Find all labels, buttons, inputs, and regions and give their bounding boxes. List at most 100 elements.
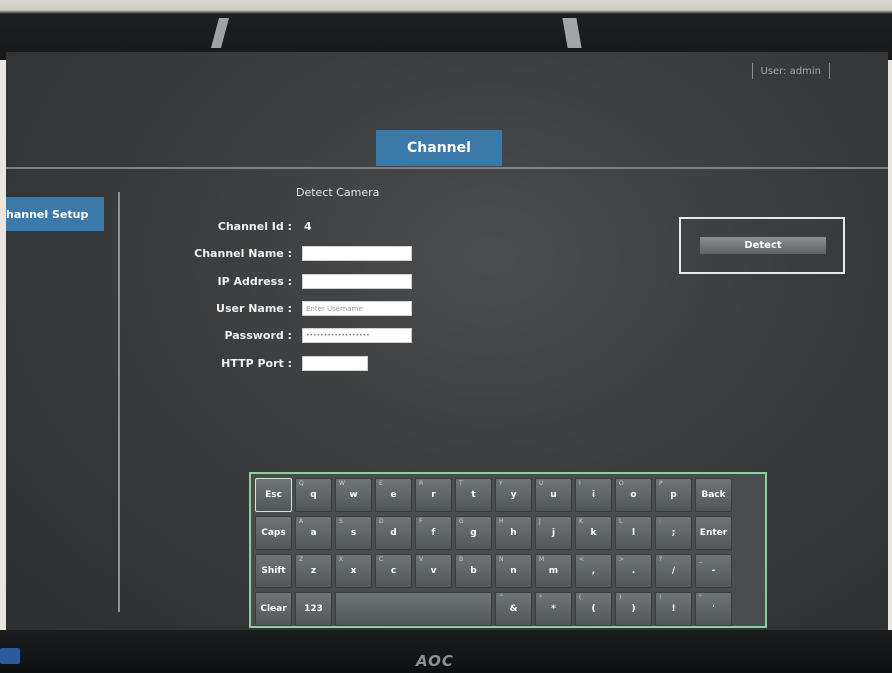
key-alt-label: Q xyxy=(299,480,304,487)
key-label: ) xyxy=(631,604,636,614)
key-o[interactable]: Oo xyxy=(615,478,652,512)
http-port-label: HTTP Port : xyxy=(221,357,292,370)
tab-label: Channel xyxy=(407,140,471,156)
key-alt-label: O xyxy=(619,480,624,487)
key-label: . xyxy=(631,566,636,576)
key-k[interactable]: Kk xyxy=(575,516,612,550)
tab-channel[interactable]: Channel xyxy=(376,130,502,166)
key-l[interactable]: Ll xyxy=(615,516,652,550)
key-m[interactable]: Mm xyxy=(535,554,572,588)
key-symbol[interactable]: :; xyxy=(655,516,692,550)
key-p[interactable]: Pp xyxy=(655,478,692,512)
key-label: r xyxy=(431,490,436,500)
key-symbol[interactable]: (( xyxy=(575,592,612,626)
key-t[interactable]: Tt xyxy=(455,478,492,512)
key-label: t xyxy=(471,490,476,500)
app-screen: User: admin Channel hannel Setup Detect … xyxy=(6,52,888,635)
key-alt-label: H xyxy=(499,518,504,525)
key-v[interactable]: Vv xyxy=(415,554,452,588)
key-label: ! xyxy=(671,604,676,614)
key-alt-label: B xyxy=(459,556,464,563)
http-port-field[interactable] xyxy=(302,356,368,371)
key-alt-label: J xyxy=(539,518,541,525)
key-c[interactable]: Cc xyxy=(375,554,412,588)
key-g[interactable]: Gg xyxy=(455,516,492,550)
key-j[interactable]: Jj xyxy=(535,516,572,550)
key-label: d xyxy=(390,528,397,538)
key-label: m xyxy=(548,566,559,576)
detect-button[interactable]: Detect xyxy=(700,237,826,254)
key-label: Shift xyxy=(261,566,286,576)
key-i[interactable]: Ii xyxy=(575,478,612,512)
key-symbol[interactable]: >. xyxy=(615,554,652,588)
key-alt-label: < xyxy=(579,556,585,563)
key-h[interactable]: Hh xyxy=(495,516,532,550)
key-alt-label: A xyxy=(299,518,304,525)
channel-id-value: 4 xyxy=(304,220,312,233)
key-label: f xyxy=(431,528,436,538)
key-z[interactable]: Zz xyxy=(295,554,332,588)
key-b[interactable]: Bb xyxy=(455,554,492,588)
key-symbol[interactable]: " ' xyxy=(695,592,732,626)
header-divider xyxy=(6,167,888,169)
divider xyxy=(829,63,830,79)
key-label: q xyxy=(310,490,317,500)
key-enter[interactable]: Enter xyxy=(695,516,732,550)
key-label: , xyxy=(591,566,596,576)
key-alt-label: S xyxy=(339,518,343,525)
channel-name-field[interactable] xyxy=(302,246,412,261)
sidebar-item-channel-setup[interactable]: hannel Setup xyxy=(6,197,104,231)
key-symbol[interactable]: !! xyxy=(655,592,692,626)
key-alt-label: T xyxy=(459,480,463,487)
key-back[interactable]: Back xyxy=(695,478,732,512)
key-symbol[interactable]: ? / xyxy=(655,554,692,588)
key-n[interactable]: Nn xyxy=(495,554,532,588)
key-label: c xyxy=(390,566,397,576)
key-label: x xyxy=(350,566,357,576)
key-e[interactable]: Ee xyxy=(375,478,412,512)
key-label: w xyxy=(349,490,358,500)
key-symbol[interactable]: * * xyxy=(535,592,572,626)
key-y[interactable]: Yy xyxy=(495,478,532,512)
key-alt-label: : xyxy=(659,518,662,525)
key-label: ( xyxy=(591,604,596,614)
key-alt-label: I xyxy=(579,480,581,487)
monitor-brand-logo: AOC xyxy=(416,652,454,670)
channel-name-label: Channel Name : xyxy=(194,247,292,260)
key-space[interactable] xyxy=(335,592,492,626)
key-f[interactable]: Ff xyxy=(415,516,452,550)
key-d[interactable]: Dd xyxy=(375,516,412,550)
ip-address-field[interactable] xyxy=(302,274,412,289)
key-label: ' xyxy=(712,604,715,614)
key-w[interactable]: Ww xyxy=(335,478,372,512)
key-s[interactable]: Ss xyxy=(335,516,372,550)
status-bar: User: admin xyxy=(744,62,839,80)
key-123[interactable]: 123 xyxy=(295,592,332,626)
key-x[interactable]: Xx xyxy=(335,554,372,588)
key-caps[interactable]: Caps xyxy=(255,516,292,550)
key-r[interactable]: Rr xyxy=(415,478,452,512)
key-symbol[interactable]: )) xyxy=(615,592,652,626)
key-a[interactable]: Aa xyxy=(295,516,332,550)
key-label: h xyxy=(510,528,517,538)
key-symbol[interactable]: <, xyxy=(575,554,612,588)
key-label: b xyxy=(470,566,477,576)
ip-address-label: IP Address : xyxy=(217,275,292,288)
key-symbol[interactable]: _ - xyxy=(695,554,732,588)
key-label: j xyxy=(551,528,556,538)
key-symbol[interactable]: ^ & xyxy=(495,592,532,626)
key-label: Back xyxy=(701,490,726,500)
key-u[interactable]: Uu xyxy=(535,478,572,512)
key-esc[interactable]: Esc xyxy=(255,478,292,512)
key-shift[interactable]: Shift xyxy=(255,554,292,588)
key-label: 123 xyxy=(304,604,323,614)
key-clear[interactable]: Clear xyxy=(255,592,292,626)
key-alt-label: V xyxy=(419,556,424,563)
key-label: & xyxy=(509,604,518,614)
key-alt-label: ) xyxy=(619,594,622,601)
sidebar-item-label: hannel Setup xyxy=(6,207,89,221)
password-field[interactable]: •••••••••••••••••• xyxy=(302,328,412,343)
user-name-field[interactable]: Enter Username xyxy=(302,301,412,316)
key-q[interactable]: Qq xyxy=(295,478,332,512)
key-label: g xyxy=(470,528,477,538)
